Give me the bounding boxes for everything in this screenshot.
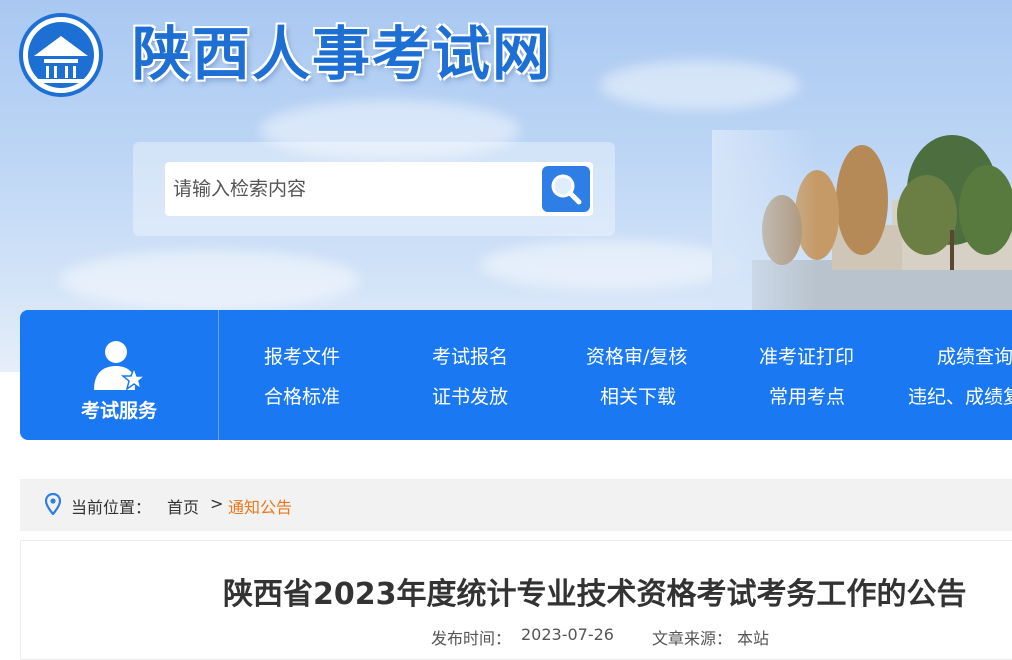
nav-link-score-query[interactable]: 成绩查询: [937, 342, 1012, 369]
search-icon: [551, 174, 582, 205]
search-box: [133, 142, 615, 236]
source-label: 文章来源：: [652, 629, 733, 648]
article-panel: 陕西省2023年度统计专业技术资格考试考务工作的公告 发布时间： 2023-07…: [20, 540, 1012, 660]
nav-link-downloads[interactable]: 相关下载: [600, 382, 676, 409]
user-star-icon: [94, 341, 146, 391]
nav-link-exam-registration[interactable]: 考试报名: [432, 342, 508, 369]
site-title: 陕西人事考试网: [132, 20, 553, 88]
published-label: 发布时间：: [431, 629, 512, 648]
breadcrumb: 当前位置： 首页 > 通知公告: [20, 479, 1012, 531]
campus-scene-image: [712, 130, 1012, 310]
nav-link-admission-ticket-print[interactable]: 准考证打印: [759, 342, 854, 369]
nav-link-qualification-review[interactable]: 资格审/复核: [586, 342, 687, 369]
published-date: 2023-07-26: [521, 625, 614, 644]
exam-service-label: 考试服务: [80, 400, 157, 422]
nav-link-passing-standard[interactable]: 合格标准: [264, 382, 340, 409]
article-title: 陕西省2023年度统计专业技术资格考试考务工作的公告: [223, 577, 967, 612]
nav-link-violation-review[interactable]: 违纪、成绩复: [908, 382, 1012, 409]
nav-link-certificate-issuance[interactable]: 证书发放: [432, 382, 508, 409]
breadcrumb-home-link[interactable]: 首页: [167, 494, 199, 518]
exam-service-nav: 考试服务 报考文件 考试报名 资格审/复核 准考证打印 成绩查询 合格标准 证书…: [20, 310, 1012, 440]
search-button[interactable]: [542, 166, 590, 212]
breadcrumb-label: 当前位置：: [71, 498, 152, 517]
source-value: 本站: [737, 629, 770, 648]
emblem-icon: [19, 13, 103, 97]
location-pin-icon: [45, 493, 61, 515]
exam-service-block: 考试服务: [20, 310, 219, 440]
breadcrumb-separator: >: [210, 494, 224, 513]
nav-link-application-documents[interactable]: 报考文件: [264, 342, 340, 369]
breadcrumb-current-link[interactable]: 通知公告: [228, 494, 292, 518]
search-input[interactable]: [165, 162, 593, 216]
nav-link-exam-venues[interactable]: 常用考点: [769, 382, 845, 409]
